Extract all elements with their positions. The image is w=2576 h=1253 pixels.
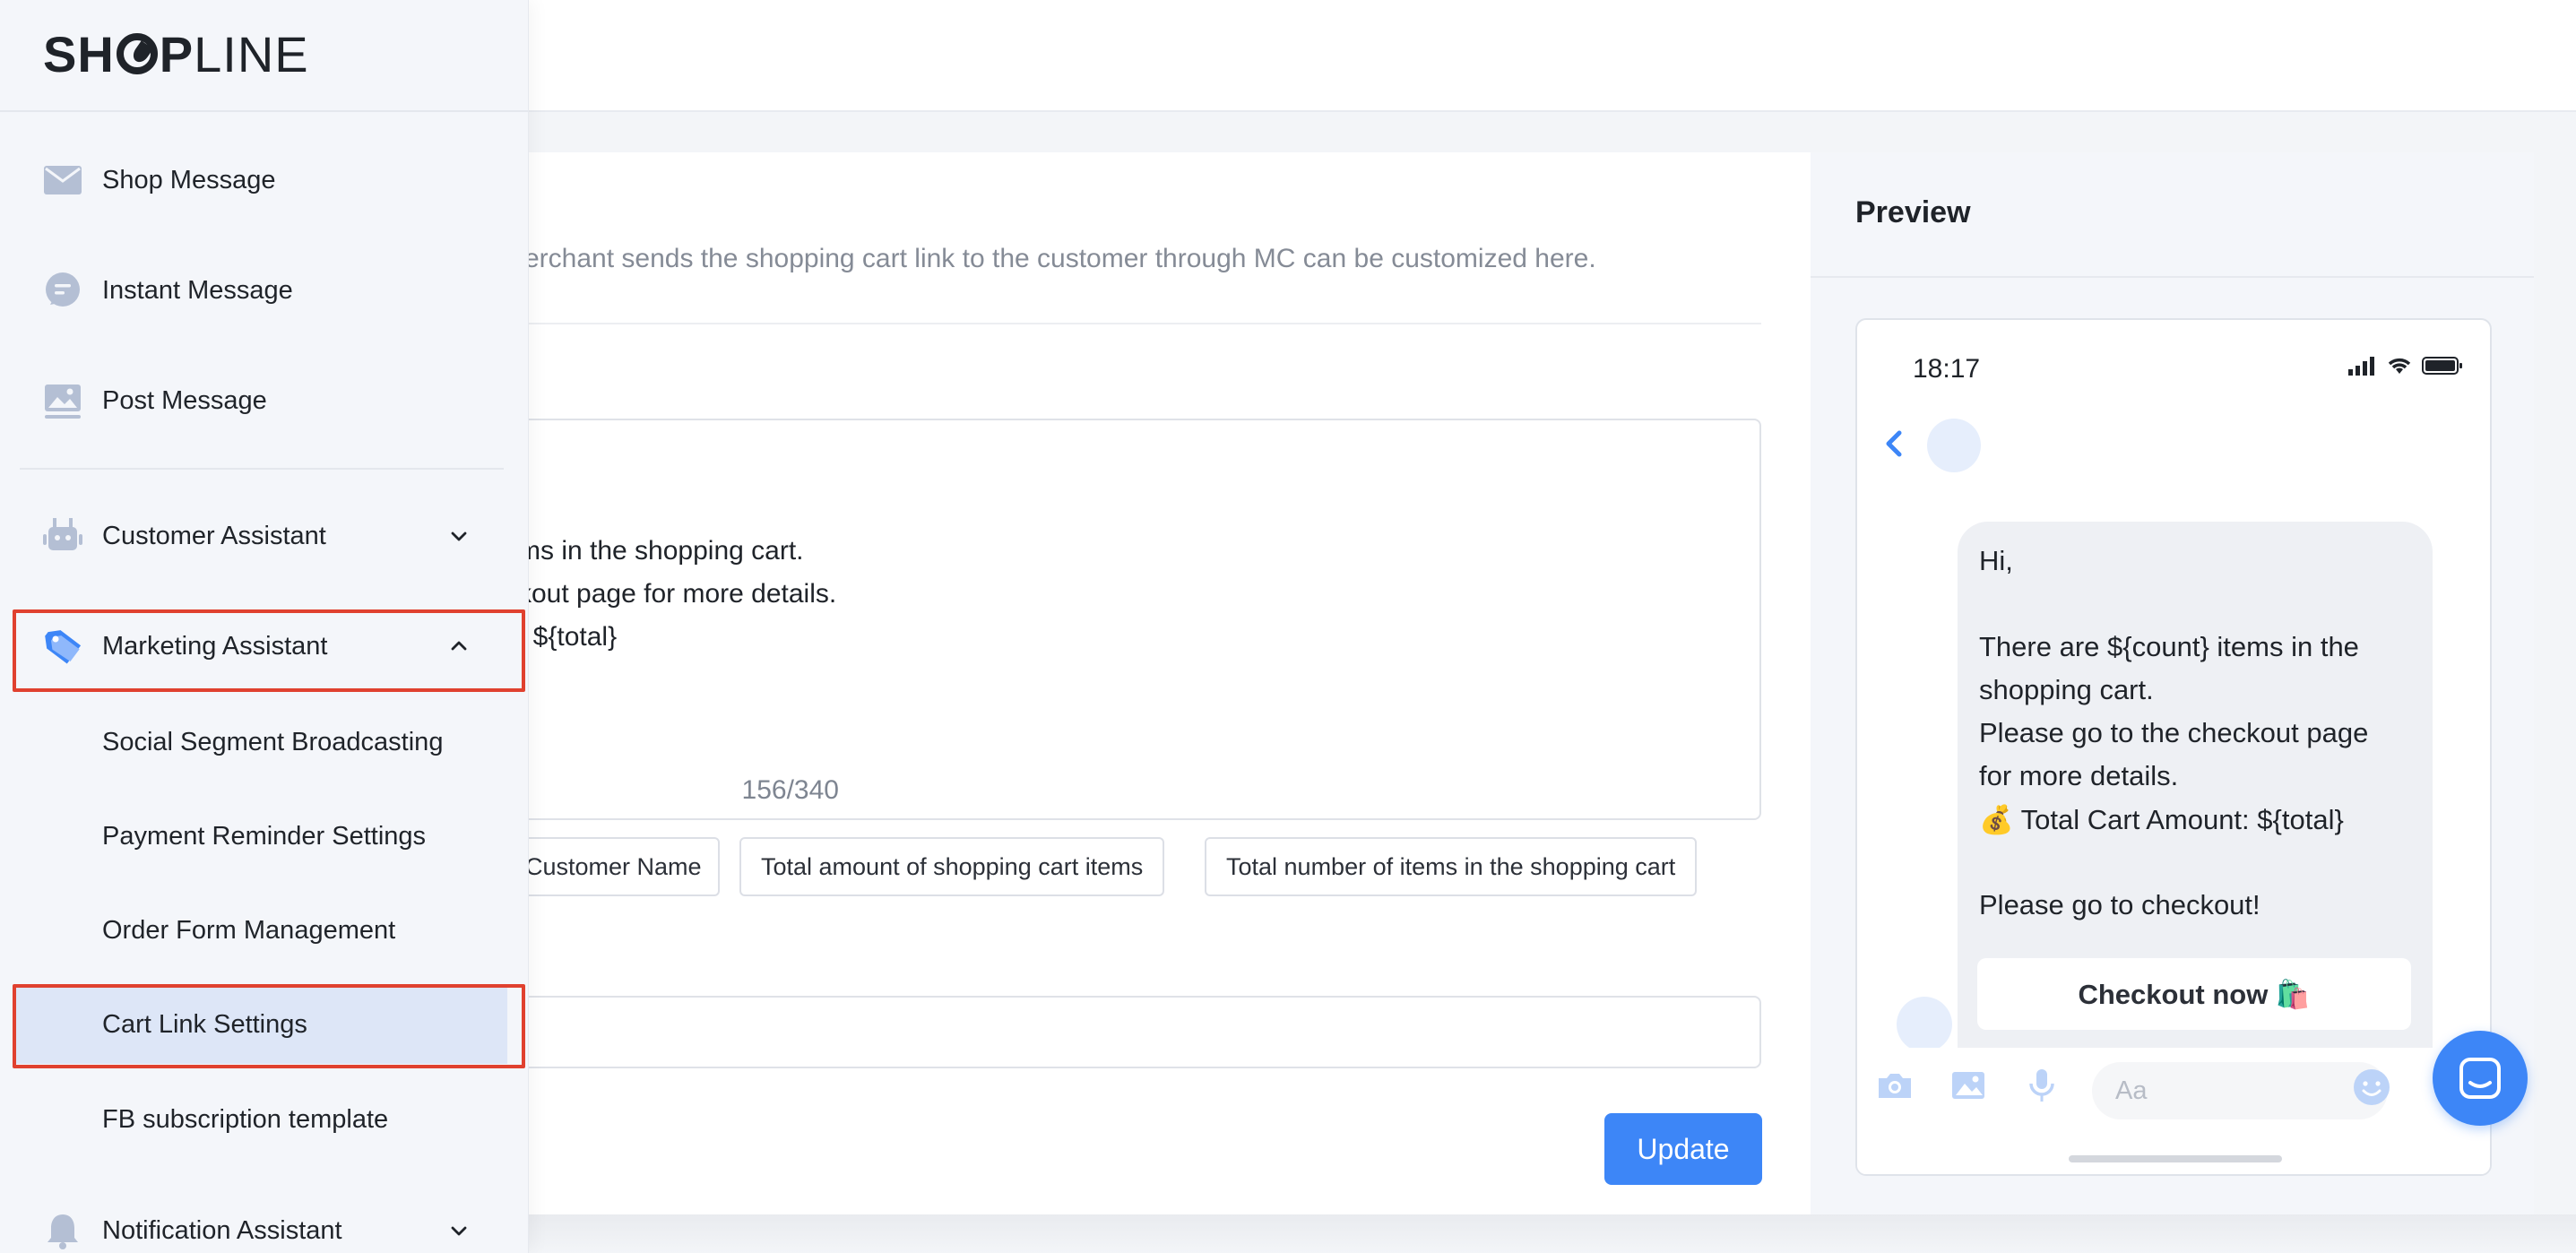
- sidebar-item-notification-assistant[interactable]: Notification Assistant: [14, 1191, 507, 1253]
- sidebar-subitem-fb-subscription-template[interactable]: FB subscription template: [14, 1080, 507, 1159]
- support-chat-button[interactable]: [2433, 1031, 2528, 1126]
- sidebar-item-shop-message[interactable]: Shop Message: [14, 141, 507, 220]
- update-button[interactable]: Update: [1604, 1113, 1762, 1185]
- phone-status-bar: [2348, 356, 2463, 376]
- contact-avatar: [1927, 419, 1981, 472]
- sidebar-item-label: Post Message: [102, 385, 267, 415]
- sidebar-item-post-message[interactable]: Post Message: [14, 361, 507, 440]
- shopline-logo: SH P LINE: [43, 25, 309, 82]
- chevron-down-icon: [446, 523, 471, 549]
- back-icon[interactable]: [1877, 426, 1913, 462]
- preview-title: Preview: [1855, 195, 1971, 229]
- sidebar-subitem-order-form-management[interactable]: Order Form Management: [14, 891, 507, 970]
- page-bottom: [502, 1214, 2576, 1253]
- image-icon: [43, 381, 82, 420]
- mail-icon: [43, 160, 82, 200]
- settings-description: erchant sends the shopping cart link to …: [524, 244, 1596, 273]
- template-line: kout page for more details.: [518, 579, 837, 609]
- highlight-cart-link-settings: [13, 984, 525, 1068]
- microphone-icon[interactable]: [2020, 1064, 2063, 1107]
- message-line: shopping cart.: [1979, 674, 2154, 705]
- message-line: for more details.: [1979, 760, 2179, 791]
- message-line: Please go to checkout!: [1979, 889, 2260, 920]
- template-line: : ${total}: [518, 622, 618, 652]
- gallery-icon[interactable]: [1947, 1064, 1990, 1107]
- logo-mark-icon: [116, 33, 158, 74]
- signal-icon: [2348, 357, 2374, 376]
- bell-icon: [43, 1211, 82, 1250]
- chevron-down-icon: [446, 1218, 471, 1243]
- phone-mockup: 18:17 Hi, There are ${count} items in th…: [1855, 318, 2492, 1176]
- sender-avatar: [1897, 997, 1952, 1052]
- message-line: Hi,: [1979, 545, 2013, 576]
- sidebar-item-customer-assistant[interactable]: Customer Assistant: [14, 497, 507, 575]
- message-bubble: Hi, There are ${count} items in the shop…: [1958, 522, 2433, 1059]
- template-line: ms in the shopping cart.: [518, 536, 804, 566]
- tag-total-items[interactable]: Total number of items in the shopping ca…: [1205, 837, 1698, 896]
- checkout-now-button[interactable]: Checkout now 🛍️: [1977, 958, 2411, 1030]
- divider: [524, 323, 1761, 324]
- sidebar-item-label: Customer Assistant: [102, 521, 326, 550]
- tag-customer-name[interactable]: Customer Name: [502, 837, 720, 896]
- message-input[interactable]: Aa: [2092, 1062, 2388, 1119]
- highlight-marketing-assistant: [13, 609, 525, 692]
- sidebar-item-label: Shop Message: [102, 165, 276, 194]
- chat-input-bar: Aa: [1857, 1048, 2490, 1174]
- chat-bubble-icon: [43, 271, 82, 310]
- emoji-icon[interactable]: [2352, 1067, 2391, 1107]
- sidebar-item-label: Notification Assistant: [102, 1215, 342, 1245]
- message-line: 💰 Total Cart Amount: ${total}: [1979, 804, 2344, 835]
- nav-divider: [20, 468, 504, 470]
- sidebar-subitem-social-segment-broadcasting[interactable]: Social Segment Broadcasting: [14, 703, 507, 782]
- chat-widget-icon: [2459, 1058, 2501, 1099]
- character-counter: 156/340: [741, 775, 839, 805]
- tag-total-amount[interactable]: Total amount of shopping cart items: [739, 837, 1165, 896]
- phone-time: 18:17: [1913, 354, 1981, 384]
- message-line: Please go to the checkout page: [1979, 717, 2369, 748]
- button-text-input[interactable]: [502, 996, 1761, 1068]
- sidebar-subitem-payment-reminder-settings[interactable]: Payment Reminder Settings: [14, 797, 507, 876]
- robot-icon: [43, 516, 82, 556]
- camera-icon[interactable]: [1873, 1064, 1916, 1107]
- message-line: There are ${count} items in the: [1979, 631, 2359, 662]
- message-template-textarea[interactable]: [502, 419, 1761, 820]
- sidebar-item-instant-message[interactable]: Instant Message: [14, 251, 507, 330]
- wifi-icon: [2388, 358, 2411, 374]
- sidebar-item-label: Instant Message: [102, 275, 293, 305]
- battery-icon: [2422, 357, 2462, 375]
- home-indicator: [2069, 1155, 2282, 1162]
- logo-divider: [0, 110, 528, 112]
